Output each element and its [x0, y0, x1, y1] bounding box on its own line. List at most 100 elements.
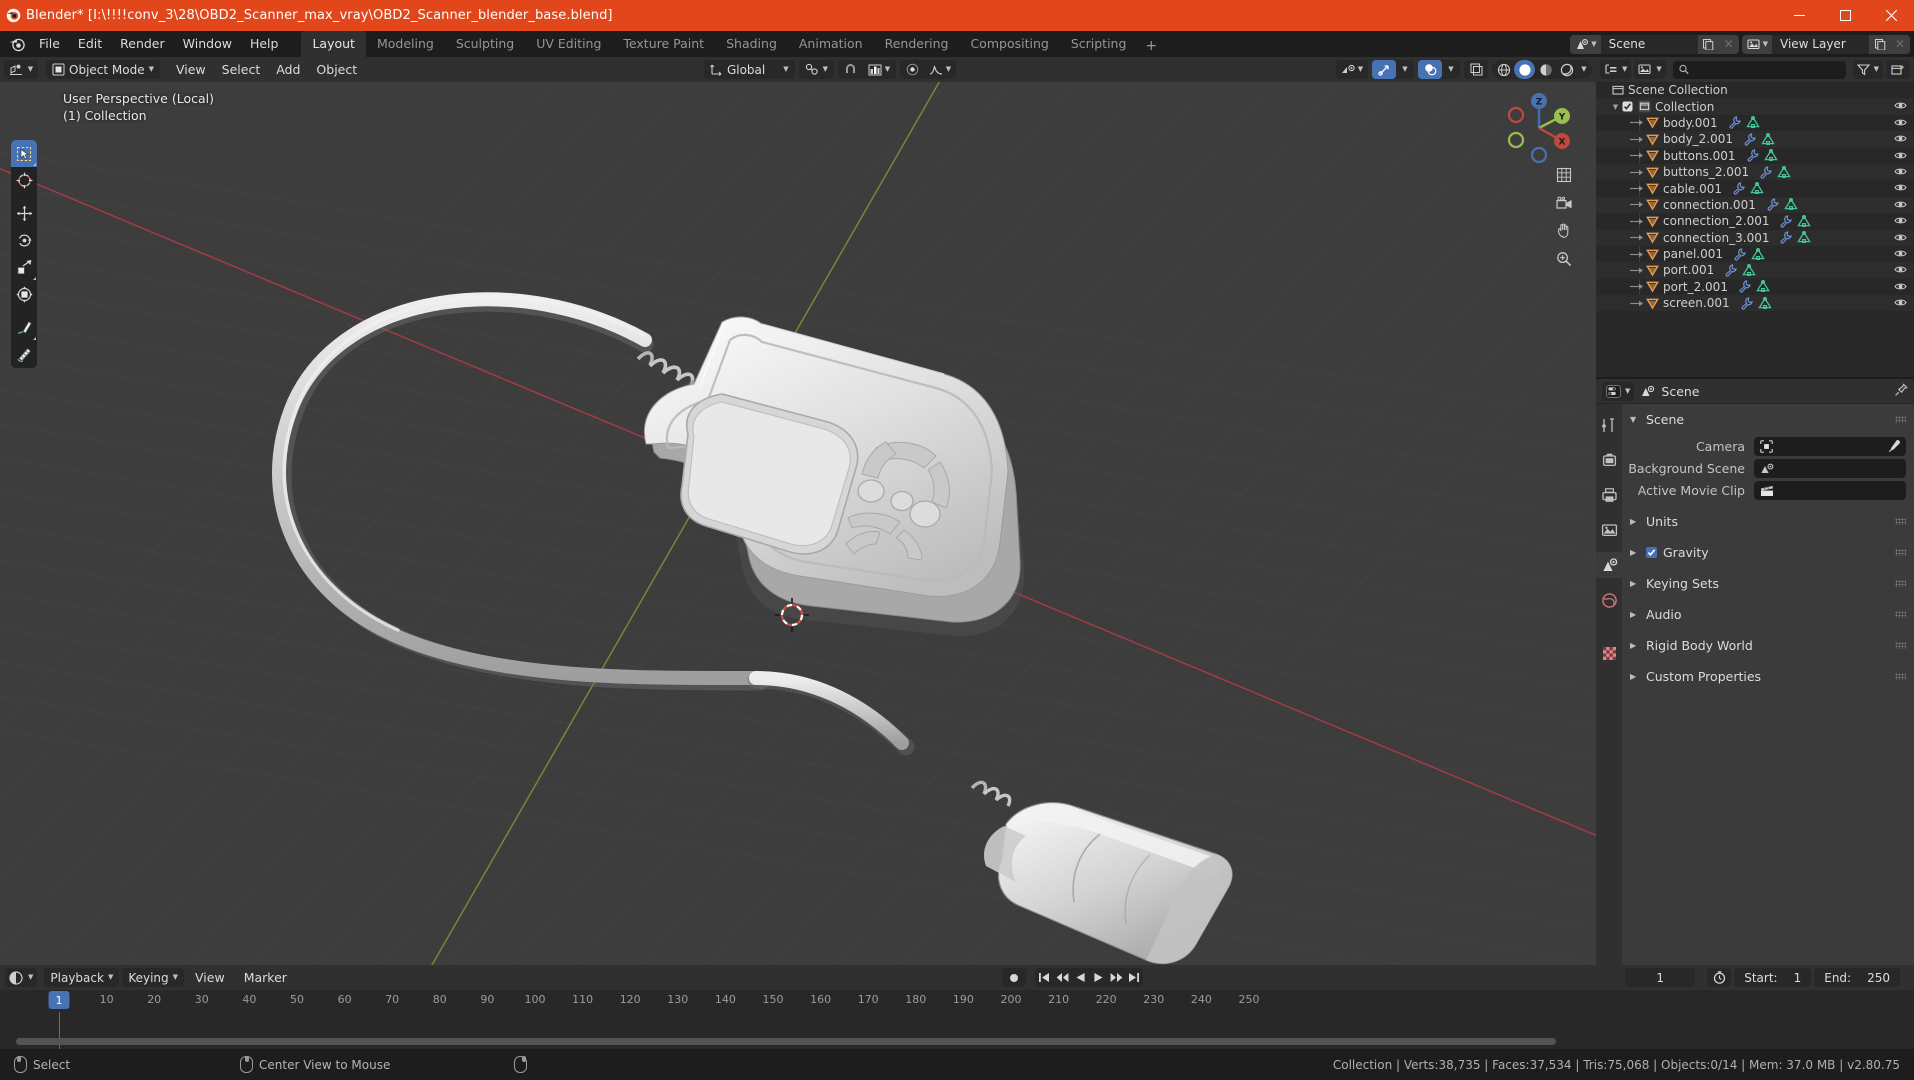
new-view-layer-button[interactable] [1868, 34, 1890, 54]
proportional-editing-type[interactable]: ▼ [862, 60, 896, 79]
minimize-button[interactable] [1776, 0, 1822, 31]
modifier-wrench-icon[interactable] [1738, 280, 1751, 294]
expand-arrow-icon[interactable] [1630, 151, 1644, 160]
scene-name-field[interactable]: Scene [1600, 34, 1697, 54]
outliner-search-input[interactable] [1672, 60, 1846, 79]
cursor-tool[interactable] [11, 167, 37, 194]
modifier-wrench-icon[interactable] [1724, 264, 1738, 277]
tab-animation[interactable]: Animation [788, 31, 874, 57]
object-visibility-eye-icon[interactable] [1894, 214, 1907, 227]
mesh-data-icon[interactable] [1797, 214, 1812, 228]
outliner-editor[interactable]: ▼ ▼ ▼ Scene Collection ▼ Collection body… [1596, 57, 1914, 377]
new-collection-icon[interactable] [1886, 60, 1910, 79]
shading-options-dropdown[interactable]: ▼ [1577, 60, 1591, 79]
modifier-wrench-icon[interactable] [1779, 215, 1793, 228]
panel-header-gravity[interactable]: ▶ Gravity [1622, 541, 1914, 563]
xray-toggle[interactable] [1464, 60, 1488, 79]
start-frame-field[interactable]: Start: 1 [1734, 968, 1812, 987]
object-visibility-eye-icon[interactable] [1894, 165, 1907, 178]
timeline-editor-type-selector[interactable]: ▼ [5, 968, 38, 987]
mesh-data-icon[interactable] [1763, 149, 1778, 162]
modifier-wrench-icon[interactable] [1766, 198, 1779, 212]
tab-rendering[interactable]: Rendering [874, 31, 960, 57]
mesh-data-icon[interactable] [1777, 165, 1791, 179]
texture-tab[interactable] [1596, 640, 1622, 666]
blender-logo-icon[interactable] [0, 37, 30, 52]
gizmo-options-dropdown[interactable]: ▼ [1396, 60, 1414, 79]
use-preview-range-icon[interactable] [1707, 968, 1732, 987]
camera-view-icon[interactable] [1550, 189, 1578, 217]
outliner-row-object[interactable]: panel.001 [1596, 246, 1914, 262]
jump-to-end-button[interactable] [1125, 968, 1143, 987]
timeline-menu-view[interactable]: View [187, 968, 233, 987]
expand-arrow-icon[interactable] [1630, 250, 1644, 259]
viewport-menu-view[interactable]: View [168, 60, 214, 79]
pan-view-icon[interactable] [1550, 217, 1578, 245]
modifier-wrench-icon[interactable] [1779, 231, 1793, 244]
interaction-mode-selector[interactable]: Object Mode ▼ [46, 60, 160, 79]
camera-field[interactable] [1754, 437, 1906, 456]
snap-magnet-toggle[interactable] [838, 60, 862, 79]
object-visibility-eye-icon[interactable] [1894, 296, 1907, 309]
mesh-data-icon[interactable] [1797, 231, 1812, 244]
previous-keyframe-button[interactable] [1053, 968, 1071, 987]
mesh-data-icon[interactable] [1750, 182, 1764, 195]
expand-arrow-icon[interactable] [1630, 233, 1644, 242]
filter-icon[interactable]: ▼ [1852, 60, 1883, 79]
auto-keyframe-toggle[interactable] [1002, 968, 1027, 987]
editor-type-selector[interactable]: ▼ [4, 60, 38, 79]
scene-id-block[interactable]: ▼ Scene ✕ [1570, 34, 1739, 54]
object-visibility-eye-icon[interactable] [1894, 231, 1907, 244]
outliner-row-object[interactable]: connection_2.001 [1596, 213, 1914, 229]
tab-layout[interactable]: Layout [301, 31, 366, 57]
object-type-visibility[interactable]: ▼ [1336, 60, 1368, 79]
view-layer-name-field[interactable]: View Layer [1772, 34, 1868, 54]
properties-editor[interactable]: ▼ Scene ▼ Scene Camera Background Scene … [1596, 379, 1914, 965]
view-layer-tab[interactable] [1596, 517, 1622, 543]
viewport-menu-select[interactable]: Select [214, 60, 269, 79]
gravity-checkbox[interactable] [1646, 546, 1657, 558]
show-gizmo-toggle[interactable] [1372, 60, 1396, 79]
outliner-row-object[interactable]: port_2.001 [1596, 279, 1914, 295]
tool-tab[interactable] [1596, 412, 1622, 438]
tab-compositing[interactable]: Compositing [959, 31, 1059, 57]
timeline-ruler[interactable]: 10 20 30 40 50 60 70 80 90 100 110 120 130 140 150 160 1… [0, 990, 1914, 1012]
show-overlays-toggle[interactable] [1418, 60, 1442, 79]
tab-modeling[interactable]: Modeling [366, 31, 445, 57]
menu-file[interactable]: File [30, 34, 69, 54]
panel-header-keying-sets[interactable]: ▶ Keying Sets [1622, 572, 1914, 594]
tab-sculpting[interactable]: Sculpting [445, 31, 525, 57]
expand-arrow-icon[interactable] [1630, 266, 1644, 275]
outliner-row-object[interactable]: cable.001 [1596, 180, 1914, 196]
tab-uv-editing[interactable]: UV Editing [525, 31, 612, 57]
object-visibility-eye-icon[interactable] [1894, 181, 1907, 194]
shading-solid[interactable] [1514, 60, 1535, 79]
scale-tool[interactable] [11, 254, 37, 281]
collection-visibility-eye-icon[interactable] [1894, 99, 1907, 112]
move-tool[interactable] [11, 200, 37, 227]
panel-header-scene[interactable]: ▼ Scene [1622, 408, 1914, 430]
snap-target-selector[interactable]: ▼ [798, 60, 834, 79]
zoom-view-icon[interactable] [1550, 245, 1578, 273]
expand-arrow-icon[interactable] [1630, 135, 1644, 144]
outliner-display-mode-selector[interactable]: ▼ [1634, 60, 1666, 79]
timeline-editor[interactable]: ▼ Playback ▼ Keying ▼ View Marker 1 Star… [0, 965, 1914, 1049]
expand-arrow-icon[interactable] [1630, 282, 1644, 291]
play-reverse-button[interactable] [1071, 968, 1089, 987]
playback-menu[interactable]: Playback ▼ [44, 968, 120, 987]
timeline-body[interactable] [0, 1012, 1914, 1049]
navigation-gizmo[interactable]: Z Y X [1500, 89, 1578, 170]
output-tab[interactable] [1596, 482, 1622, 508]
collection-checkbox[interactable] [1622, 101, 1633, 112]
object-visibility-eye-icon[interactable] [1894, 116, 1907, 129]
outliner-search-field[interactable] [1693, 62, 1840, 77]
view-layer-id-block[interactable]: ▼ View Layer ✕ [1741, 34, 1910, 54]
object-visibility-eye-icon[interactable] [1894, 247, 1907, 260]
unlink-scene-button[interactable]: ✕ [1718, 34, 1739, 54]
panel-header-units[interactable]: ▶ Units [1622, 510, 1914, 532]
expand-arrow-icon[interactable] [1630, 118, 1644, 127]
modifier-wrench-icon[interactable] [1728, 116, 1741, 130]
object-visibility-eye-icon[interactable] [1894, 149, 1907, 162]
object-visibility-eye-icon[interactable] [1894, 132, 1907, 145]
outliner-row-object[interactable]: buttons_2.001 [1596, 163, 1914, 181]
